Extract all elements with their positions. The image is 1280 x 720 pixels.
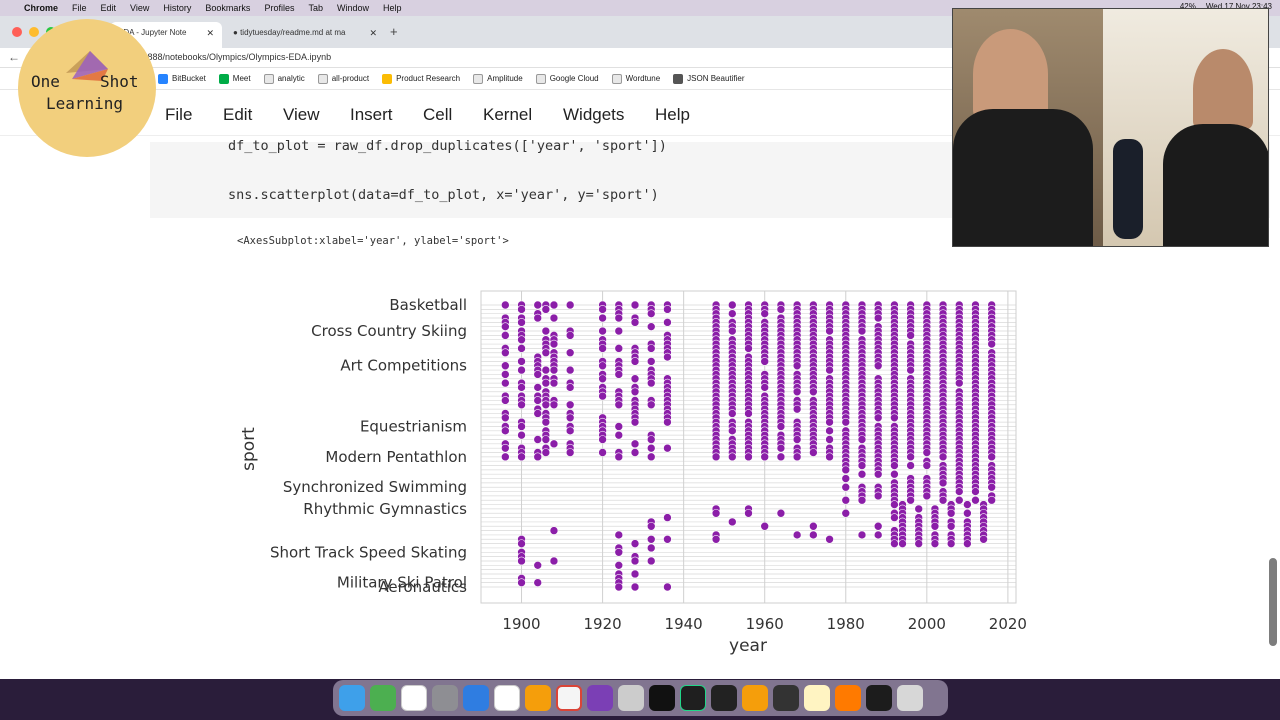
logo-text-learning: Learning — [46, 94, 124, 113]
presenter-left-face — [973, 29, 1048, 119]
finder-icon[interactable] — [339, 685, 365, 711]
drive-icon — [382, 73, 393, 84]
meet-icon — [218, 73, 229, 84]
jupyter-menu-insert[interactable]: Insert — [350, 105, 393, 125]
pycharm-icon[interactable] — [680, 685, 706, 711]
json-icon — [673, 73, 684, 84]
folder-icon — [611, 73, 622, 84]
calendar-icon[interactable] — [401, 685, 427, 711]
jupyter-menu-kernel[interactable]: Kernel — [483, 105, 532, 125]
menu-view[interactable]: View — [130, 3, 149, 13]
bookmark-google-cloud[interactable]: Google Cloud — [535, 73, 599, 84]
close-window-button[interactable] — [12, 27, 22, 37]
folder-icon — [473, 73, 484, 84]
minimize-window-button[interactable] — [29, 27, 39, 37]
logo-text-one: One — [31, 72, 60, 91]
bookmark-wordtune[interactable]: Wordtune — [611, 73, 660, 84]
bookmark-bitbucket[interactable]: BitBucket — [158, 73, 206, 84]
new-tab-button[interactable]: + — [390, 24, 398, 39]
presenter-right-shirt — [1163, 124, 1268, 246]
github-icon: ● — [233, 28, 238, 37]
code-line-1[interactable]: df_to_plot = raw_df.drop_duplicates(['ye… — [228, 138, 667, 154]
sublime-merge-icon[interactable] — [742, 685, 768, 711]
tab-label: tidytuesday/readme.md at ma — [240, 28, 346, 37]
url-field[interactable]: ...888/notebooks/Olympics/Olympics-EDA.i… — [140, 52, 331, 62]
menu-profiles[interactable]: Profiles — [264, 3, 294, 13]
bookmark-product-research[interactable]: Product Research — [382, 73, 460, 84]
vlc-icon[interactable] — [835, 685, 861, 711]
webcam-video — [952, 8, 1269, 247]
tab-github[interactable]: ● tidytuesday/readme.md at ma ✕ — [225, 22, 385, 48]
microphone-icon — [1113, 139, 1143, 239]
jupyter-menu-cell[interactable]: Cell — [423, 105, 452, 125]
notes-icon[interactable] — [804, 685, 830, 711]
obs-icon[interactable] — [773, 685, 799, 711]
page-scrollbar[interactable] — [1269, 558, 1277, 646]
menu-tab[interactable]: Tab — [308, 3, 323, 13]
bitbucket-icon — [158, 73, 168, 84]
close-tab-icon[interactable]: ✕ — [369, 28, 377, 39]
numbers-icon[interactable] — [370, 685, 396, 711]
jupyter-menu-widgets[interactable]: Widgets — [563, 105, 624, 125]
macos-dock — [333, 680, 948, 716]
keynote-icon[interactable] — [463, 685, 489, 711]
slack-icon[interactable] — [494, 685, 520, 711]
jupyter-menu-file[interactable]: File — [165, 105, 192, 125]
menu-app-name[interactable]: Chrome — [24, 3, 58, 13]
menu-window[interactable]: Window — [337, 3, 369, 13]
folder-icon — [317, 73, 328, 84]
jupyter-menu-help[interactable]: Help — [655, 105, 690, 125]
iterm-icon[interactable] — [711, 685, 737, 711]
jupyter-menu-edit[interactable]: Edit — [223, 105, 252, 125]
trash-icon[interactable] — [897, 685, 923, 711]
menu-help[interactable]: Help — [383, 3, 402, 13]
help-icon[interactable] — [618, 685, 644, 711]
sublime-icon[interactable] — [525, 685, 551, 711]
menu-history[interactable]: History — [163, 3, 191, 13]
menu-file[interactable]: File — [72, 3, 87, 13]
wordtune-icon[interactable] — [587, 685, 613, 711]
bookmark-amplitude[interactable]: Amplitude — [473, 73, 523, 84]
folder-icon — [263, 73, 274, 84]
menu-bookmarks[interactable]: Bookmarks — [205, 3, 250, 13]
jupyter-menu-view[interactable]: View — [283, 105, 320, 125]
bookmark-meet[interactable]: Meet — [218, 73, 251, 84]
cell-output-text: <AxesSubplot:xlabel='year', ylabel='spor… — [237, 235, 509, 247]
presenter-left-shirt — [953, 109, 1093, 246]
bookmark-all-product[interactable]: all-product — [317, 73, 369, 84]
one-shot-learning-logo: One Shot Learning — [18, 19, 156, 157]
code-line-2[interactable]: sns.scatterplot(data=df_to_plot, x='year… — [228, 187, 659, 203]
folder-icon — [535, 73, 546, 84]
chrome-icon[interactable] — [556, 685, 582, 711]
logo-text-shot: Shot — [100, 72, 139, 91]
bookmark-json-beautifier[interactable]: JSON Beautifier — [673, 73, 745, 84]
activity-monitor-icon[interactable] — [866, 685, 892, 711]
close-tab-icon[interactable]: ✕ — [206, 28, 214, 39]
back-arrow-icon[interactable]: ← — [8, 50, 20, 64]
terminal-icon[interactable] — [649, 685, 675, 711]
presenter-right-face — [1193, 49, 1253, 129]
menu-edit[interactable]: Edit — [101, 3, 117, 13]
bookmark-analytic[interactable]: analytic — [263, 73, 305, 84]
system-preferences-icon[interactable] — [432, 685, 458, 711]
